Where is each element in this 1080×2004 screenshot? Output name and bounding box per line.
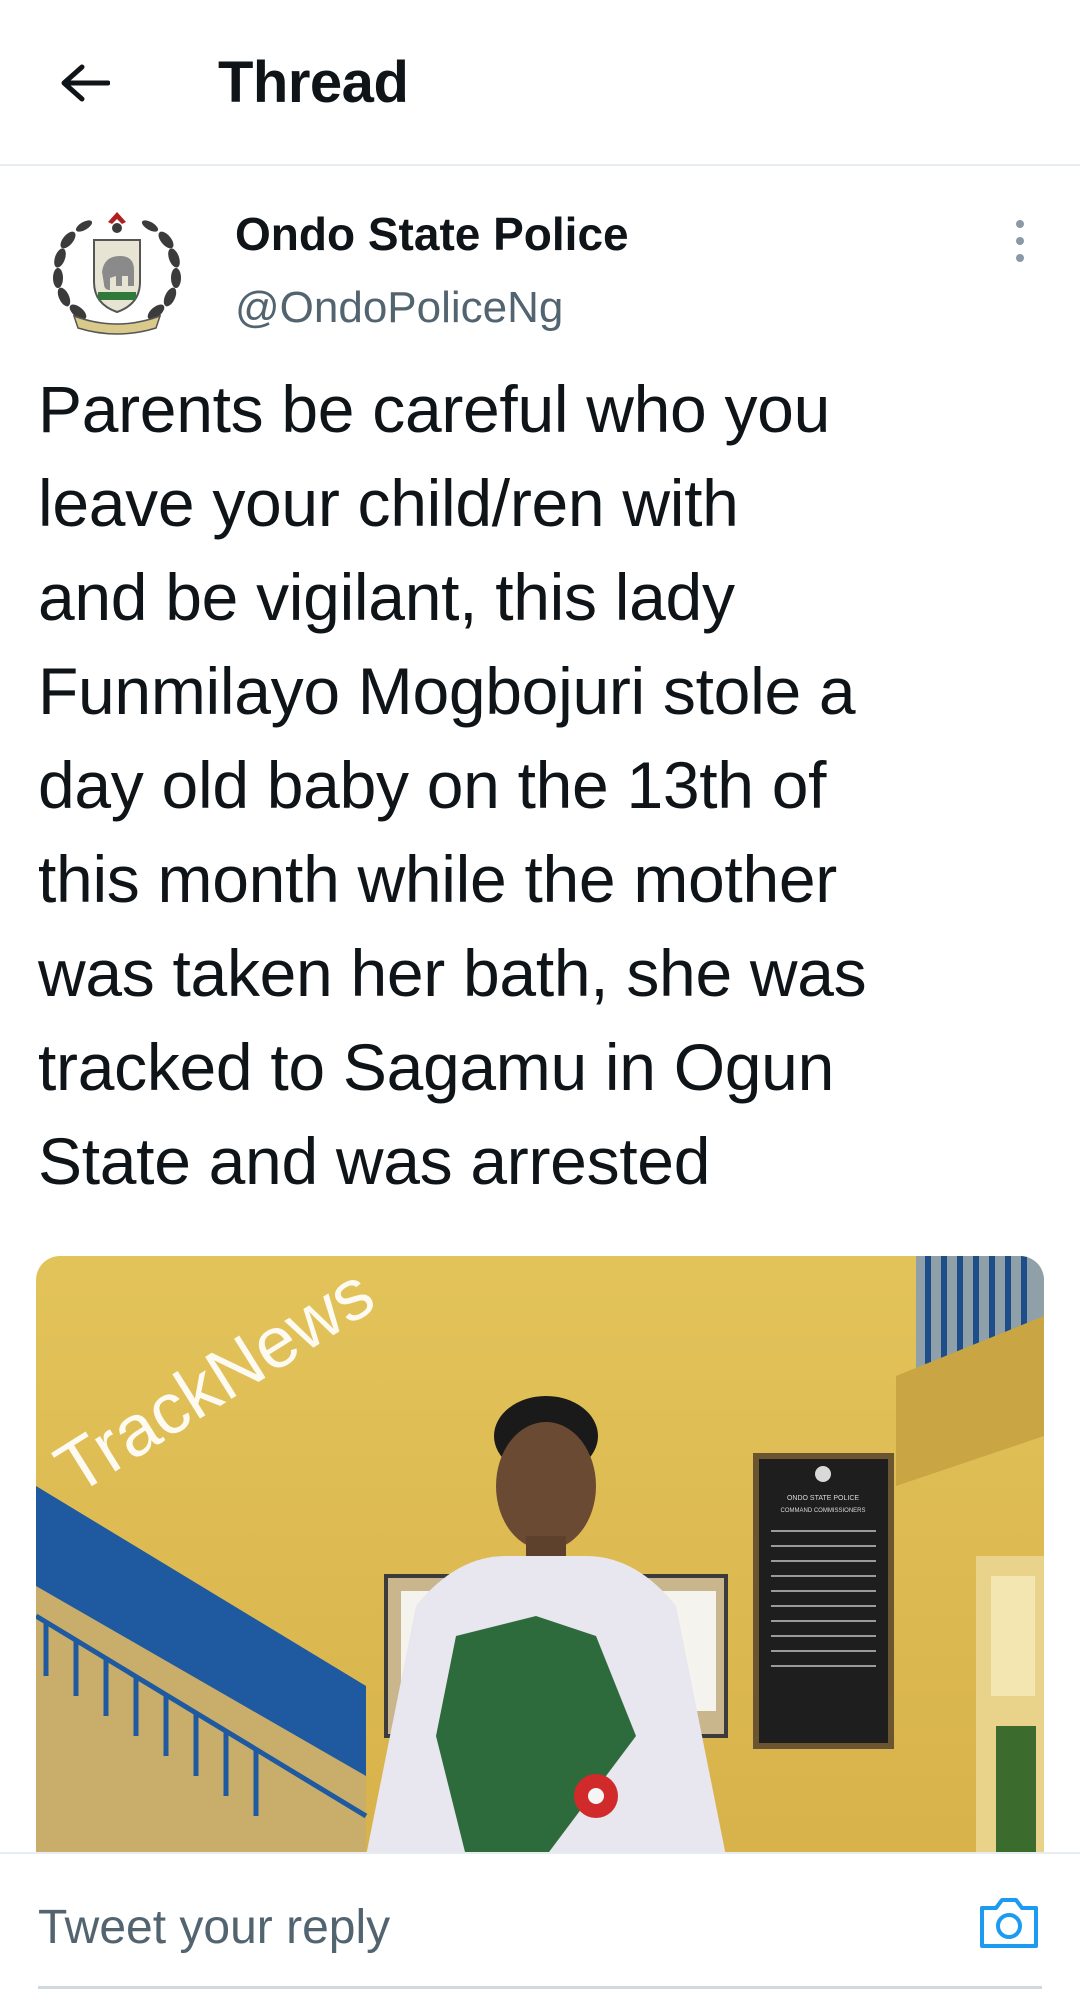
author-handle[interactable]: @OndoPoliceNg — [235, 280, 563, 336]
police-crest-logo — [53, 212, 181, 335]
page-title: Thread — [218, 50, 409, 115]
more-dot-icon — [1016, 220, 1024, 228]
camera-button[interactable] — [976, 1890, 1042, 1956]
back-button[interactable] — [50, 48, 120, 118]
top-bar: Thread — [0, 0, 1080, 166]
tweet-text: Parents be careful who you leave your ch… — [38, 372, 867, 1198]
reply-input[interactable]: Tweet your reply — [38, 1898, 390, 1958]
more-dot-icon — [1016, 237, 1024, 245]
plaque-subtitle: COMMAND COMMISSIONERS — [780, 1508, 865, 1514]
tweet-photo[interactable]: ONDO STATE POLICE COMMAND COMMISSIONERS … — [36, 1256, 1044, 1856]
arrow-left-icon — [61, 64, 110, 102]
avatar[interactable] — [38, 200, 196, 340]
author-name[interactable]: Ondo State Police — [235, 206, 629, 262]
plaque-title: ONDO STATE POLICE — [787, 1495, 859, 1502]
camera-icon — [980, 1898, 1038, 1948]
more-dot-icon — [1016, 254, 1024, 262]
reply-bar: Tweet your reply — [0, 1852, 1080, 2004]
more-options-button[interactable] — [1000, 214, 1040, 268]
reply-divider — [38, 1986, 1042, 1989]
